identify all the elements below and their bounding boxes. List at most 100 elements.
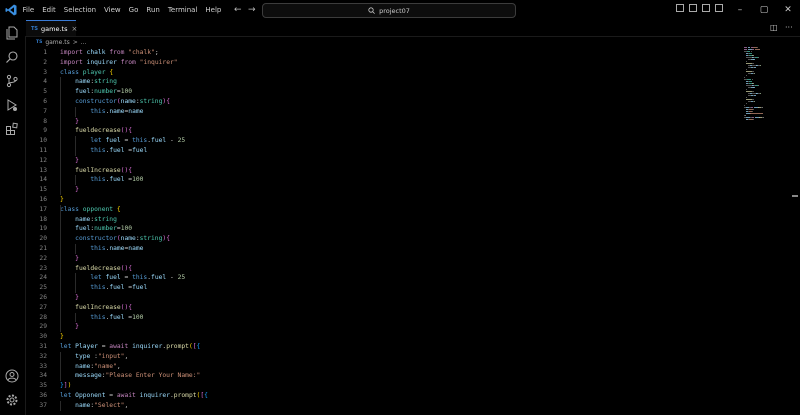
back-arrow-icon[interactable]: ← <box>234 5 242 15</box>
typescript-file-icon: TS <box>36 40 43 45</box>
code-text: fuel:number=100 <box>75 88 133 96</box>
code-line[interactable]: 8 } <box>25 117 745 127</box>
code-line[interactable]: 36 let Opponent = await inquirer.prompt([… <box>25 391 745 401</box>
explorer-icon[interactable] <box>5 26 19 40</box>
code-line[interactable]: 6 constructor(name:string){ <box>25 97 745 107</box>
source-control-icon[interactable] <box>5 74 19 88</box>
code-line[interactable]: 4 name:string <box>25 77 745 87</box>
code-line[interactable]: 3 class player { <box>25 68 745 78</box>
code-text: let fuel = this.fuel - 25 <box>90 274 186 282</box>
code-line[interactable]: 2 import inquirer from "inquirer" <box>25 58 745 68</box>
code-line[interactable]: 25 this.fuel =fuel <box>25 283 745 293</box>
line-number: 29 <box>39 323 47 331</box>
vertical-scrollbar[interactable] <box>789 47 800 415</box>
line-number: 33 <box>39 362 47 370</box>
code-line[interactable]: 9 fueldecrease(){ <box>25 126 745 136</box>
toggle-panel-icon[interactable] <box>689 4 697 12</box>
code-line[interactable]: 33 name:"name", <box>25 362 745 372</box>
code-line[interactable]: 13 fuelIncrease(){ <box>25 166 745 176</box>
code-line[interactable]: 5 fuel:number=100 <box>25 87 745 97</box>
more-actions-icon[interactable]: ··· <box>785 23 793 32</box>
line-number: 32 <box>39 352 47 360</box>
code-text: } <box>75 156 79 164</box>
line-number: 15 <box>39 186 47 194</box>
line-number: 35 <box>39 382 47 390</box>
code-line[interactable]: 20 constructor(name:string){ <box>25 234 745 244</box>
toggle-primary-sidebar-icon[interactable] <box>676 4 684 12</box>
title-bar: File Edit Selection View Go Run Terminal… <box>0 0 800 21</box>
minimize-button[interactable]: – <box>730 2 750 18</box>
code-line[interactable]: 1 import chalk from "chalk"; <box>25 48 745 58</box>
minimap-token <box>753 59 755 60</box>
indent-guide <box>75 106 77 117</box>
run-debug-icon[interactable] <box>5 98 19 112</box>
breadcrumb-file[interactable]: game.ts <box>45 39 69 46</box>
minimap-token <box>746 89 747 90</box>
code-line[interactable]: 26 } <box>25 293 745 303</box>
command-center-search[interactable]: project07 <box>262 3 516 18</box>
code-line[interactable]: 34 message:"Please Enter Your Name:" <box>25 371 745 381</box>
menu-selection[interactable]: Selection <box>61 6 101 14</box>
code-text: let fuel = this.fuel - 25 <box>90 137 186 145</box>
search-sidebar-icon[interactable] <box>5 50 19 64</box>
minimap[interactable] <box>744 47 788 137</box>
minimap-token <box>750 113 763 114</box>
line-number: 17 <box>39 205 47 213</box>
code-line[interactable]: 10 let fuel = this.fuel - 25 <box>25 136 745 146</box>
code-line[interactable]: 31 let Player = await inquirer.prompt([{ <box>25 342 745 352</box>
code-line[interactable]: 15 } <box>25 185 745 195</box>
menu-view[interactable]: View <box>102 6 127 14</box>
menu-terminal[interactable]: Terminal <box>165 6 203 14</box>
code-line[interactable]: 29 } <box>25 322 745 332</box>
code-line[interactable]: 37 name:"Select", <box>25 401 745 411</box>
split-editor-icon[interactable]: ◫ <box>770 23 778 32</box>
menu-edit[interactable]: Edit <box>40 6 62 14</box>
menu-run[interactable]: Run <box>144 6 165 14</box>
code-line[interactable]: 18 name:string <box>25 215 745 225</box>
code-line[interactable]: 27 fuelIncrease(){ <box>25 303 745 313</box>
customize-layout-icon[interactable] <box>715 4 723 12</box>
line-number: 19 <box>39 225 47 233</box>
close-window-button[interactable]: ✕ <box>778 2 798 18</box>
code-line[interactable]: 30} <box>25 332 745 342</box>
code-line[interactable]: 21 this.name=name <box>25 244 745 254</box>
toggle-secondary-sidebar-icon[interactable] <box>702 4 710 12</box>
gear-icon[interactable] <box>5 393 19 407</box>
code-line[interactable]: 22 } <box>25 254 745 264</box>
tab-game-ts[interactable]: TS game.ts × <box>26 20 77 36</box>
code-line[interactable]: 24 let fuel = this.fuel - 25 <box>25 273 745 283</box>
minimap-token <box>746 61 747 62</box>
search-icon <box>368 7 375 14</box>
breadcrumb: TS game.ts > ... <box>36 38 87 47</box>
menu-file[interactable]: File <box>20 6 40 14</box>
extensions-icon[interactable] <box>5 122 19 136</box>
code-line[interactable]: 19 fuel:number=100 <box>25 224 745 234</box>
menu-help[interactable]: Help <box>203 6 227 14</box>
code-line[interactable]: 17 class opponent { <box>25 205 745 215</box>
code-line[interactable]: 28 this.fuel =100 <box>25 313 745 323</box>
breadcrumb-more[interactable]: ... <box>81 39 87 46</box>
code-line[interactable]: 35}]) <box>25 381 745 391</box>
code-line[interactable]: 11 this.fuel =fuel <box>25 146 745 156</box>
minimap-token <box>753 101 755 102</box>
code-line[interactable]: 16} <box>25 195 745 205</box>
indent-guide <box>60 400 61 411</box>
code-line[interactable]: 12 } <box>25 156 745 166</box>
line-number: 16 <box>39 196 47 203</box>
code-text: } <box>60 196 64 203</box>
account-icon[interactable] <box>5 369 19 383</box>
code-line[interactable]: 23 fueldecrease(){ <box>25 264 745 274</box>
code-line[interactable]: 32 type :"input", <box>25 352 745 362</box>
forward-arrow-icon[interactable]: → <box>248 5 256 15</box>
menu-go[interactable]: Go <box>126 6 144 14</box>
line-number: 2 <box>43 58 47 66</box>
code-line[interactable]: 14 this.fuel =100 <box>25 175 745 185</box>
code-line[interactable]: 7 this.name=name <box>25 107 745 117</box>
line-number: 23 <box>39 264 47 272</box>
line-number: 31 <box>39 343 47 350</box>
editor-tabs: TS game.ts × ◫ ··· <box>25 20 800 37</box>
maximize-button[interactable]: ▢ <box>754 2 774 18</box>
code-editor[interactable]: 1 import chalk from "chalk"; 2 import inqui… <box>25 47 745 415</box>
close-tab-icon[interactable]: × <box>71 25 77 33</box>
layout-controls <box>676 4 723 12</box>
